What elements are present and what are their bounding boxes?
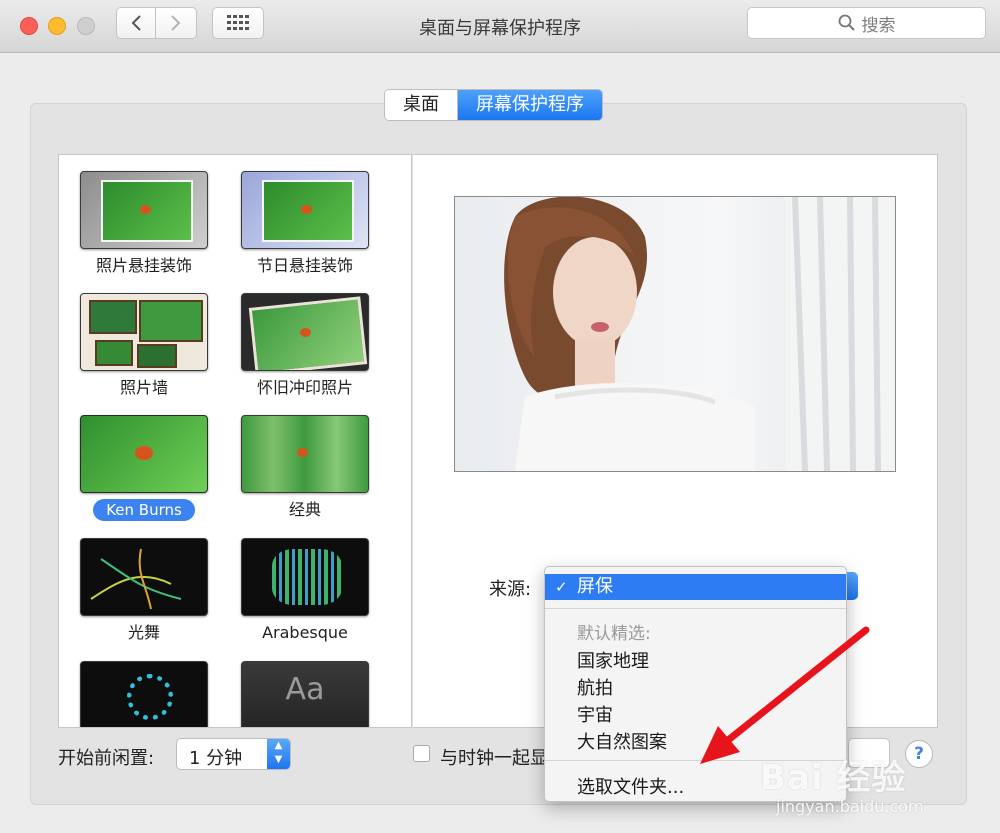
preview-photo xyxy=(455,197,895,471)
screensaver-thumbnail xyxy=(241,171,369,249)
tab-desktop[interactable]: 桌面 xyxy=(385,90,458,120)
flurry-graphic xyxy=(90,548,182,610)
tab-screensaver[interactable]: 屏幕保护程序 xyxy=(458,90,602,120)
screensaver-list[interactable]: 照片悬挂装饰 节日悬挂装饰 照片墙 怀旧冲印照片 Ken Burns 经典 光舞… xyxy=(58,154,412,728)
watermark-logo: Bai 经验 xyxy=(760,758,907,798)
title-bar: 桌面与屏幕保护程序 搜索 xyxy=(0,0,1000,53)
screensaver-item[interactable]: 经典 xyxy=(240,415,370,521)
screensaver-item[interactable]: 照片悬挂装饰 xyxy=(79,171,209,277)
screensaver-item[interactable]: 照片墙 xyxy=(79,293,209,399)
screensaver-item[interactable] xyxy=(79,661,209,727)
screensaver-label-selected: Ken Burns xyxy=(79,499,209,521)
screensaver-item[interactable]: Aa xyxy=(240,661,370,727)
checkmark-icon: ✓ xyxy=(555,578,568,596)
menu-section-header: 默认精选: xyxy=(577,624,651,644)
screensaver-label: 经典 xyxy=(288,500,321,519)
menu-item[interactable]: 宇宙 xyxy=(577,701,613,727)
screensaver-thumbnail xyxy=(80,293,208,371)
menu-item[interactable]: 大自然图案 xyxy=(577,728,667,754)
show-clock-label: 与时钟一起显示 xyxy=(440,748,544,769)
screensaver-thumbnail xyxy=(80,415,208,493)
search-placeholder: 搜索 xyxy=(861,15,896,36)
search-icon xyxy=(838,14,855,31)
screensaver-label: 照片悬挂装饰 xyxy=(95,256,192,275)
screensaver-thumbnail xyxy=(241,415,369,493)
show-clock-checkbox[interactable] xyxy=(413,745,430,762)
screensaver-thumbnail xyxy=(80,538,208,616)
menu-item[interactable]: 国家地理 xyxy=(577,647,649,673)
screensaver-thumbnail xyxy=(241,538,369,616)
stepper-icon: ▲ ▼ xyxy=(267,739,290,769)
screensaver-label: 怀旧冲印照片 xyxy=(256,378,353,397)
window: 桌面与屏幕保护程序 搜索 桌面 屏幕保护程序 照片悬挂装饰 节日悬挂装饰 照片墙… xyxy=(0,0,1000,833)
menu-separator xyxy=(545,608,846,609)
screensaver-item[interactable]: Ken Burns xyxy=(79,415,209,521)
screensaver-item[interactable]: Arabesque xyxy=(240,538,370,644)
screensaver-thumbnail xyxy=(80,661,208,727)
screensaver-thumbnail xyxy=(80,171,208,249)
tab-bar: 桌面 屏幕保护程序 xyxy=(384,89,603,121)
screensaver-preview-image xyxy=(454,196,896,472)
screensaver-label: Arabesque xyxy=(262,623,348,642)
help-button[interactable]: ? xyxy=(905,740,933,768)
screensaver-item[interactable]: 光舞 xyxy=(79,538,209,644)
screensaver-label: 照片墙 xyxy=(119,378,168,397)
screensaver-item[interactable]: 节日悬挂装饰 xyxy=(240,171,370,277)
search-field[interactable]: 搜索 xyxy=(747,7,986,39)
screensaver-thumbnail xyxy=(241,293,369,371)
screensaver-label: 节日悬挂装饰 xyxy=(256,256,353,275)
idle-time-popup[interactable]: 1 分钟 ▲ ▼ xyxy=(176,738,291,770)
screensaver-thumbnail: Aa xyxy=(241,661,369,727)
screensaver-label: 光舞 xyxy=(127,623,160,642)
menu-item[interactable]: 航拍 xyxy=(577,674,613,700)
watermark-url: jingyan.baidu.com xyxy=(776,797,924,816)
menu-item-choose-folder[interactable]: 选取文件夹... xyxy=(577,773,684,799)
idle-time-value: 1 分钟 xyxy=(189,748,243,769)
screensaver-item[interactable]: 怀旧冲印照片 xyxy=(240,293,370,399)
menu-item-selected[interactable]: ✓ 屏保 xyxy=(545,574,846,600)
message-thumb-text: Aa xyxy=(285,672,325,707)
source-label: 来源: xyxy=(489,579,532,600)
idle-label: 开始前闲置: xyxy=(58,748,155,769)
